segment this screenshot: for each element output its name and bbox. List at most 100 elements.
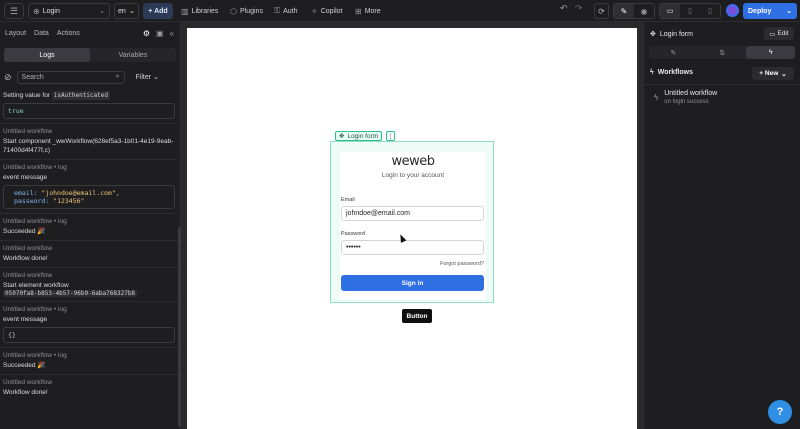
tab-layout[interactable]: Layout [5, 30, 26, 37]
panel-icon[interactable]: ▣ [156, 29, 164, 38]
log-chip: 05970fa8-b853-4b57-96b9-6aba768327b8 [3, 290, 138, 297]
chevron-down-icon: ⌄ [781, 70, 787, 78]
add-button[interactable]: + Add [143, 3, 173, 19]
left-panel-icons: ⚙ ▣ « [143, 29, 174, 38]
move-icon: ✥ [650, 31, 656, 38]
nav-plugins-label: Plugins [239, 7, 263, 15]
tab-actions[interactable]: Actions [57, 30, 80, 37]
chevron-down-icon: ⌄ [786, 8, 792, 15]
filter-button[interactable]: Filter ⌄ [136, 73, 159, 81]
selected-element-name: Login form [347, 132, 379, 140]
tab-variables[interactable]: Variables [90, 48, 176, 62]
help-chat-icon[interactable]: ? [768, 400, 792, 424]
page-icon: ⊕ [33, 6, 40, 16]
login-form[interactable]: weweb Login to your account Email johndo… [330, 141, 494, 303]
left-panel-tabs: Layout Data Actions [5, 30, 80, 37]
page-name: Login [42, 7, 60, 15]
list-item: Untitled workflow • log event message {} [0, 301, 178, 347]
puzzle-icon: ⬡ [230, 6, 237, 16]
mobile-icon[interactable]: ▯ [700, 4, 720, 18]
log-body: Setting value for isAuthenticated [3, 91, 110, 100]
log-list: Setting value for isAuthenticated true U… [0, 88, 178, 429]
right-panel: ✥ Login form ▭ Edit ✎ ⇅ ϟ ϟ Workflows + … [643, 22, 800, 429]
edit-button[interactable]: ▭ Edit [764, 27, 794, 40]
nav-more[interactable]: ⊞ More [355, 3, 381, 19]
language-selector[interactable]: en ⌄ [114, 3, 139, 19]
zap-icon: ϟ [650, 69, 654, 76]
tab-workflows-icon[interactable]: ϟ [746, 46, 796, 59]
collapse-icon[interactable]: « [170, 29, 174, 38]
log-code: email: "johndoe@email.com", password: "1… [3, 185, 175, 209]
log-body: event message [3, 316, 48, 323]
search-icon: ⌕ [115, 73, 120, 80]
redo-icon[interactable]: ↷ [575, 3, 583, 14]
nav-more-label: More [364, 7, 381, 15]
menu-icon[interactable]: ☰ [4, 3, 24, 19]
clear-logs-icon[interactable]: ⊘ [4, 72, 12, 83]
form-subtitle: Login to your account [381, 172, 445, 179]
search-input[interactable]: Search ⌕ [16, 70, 125, 84]
search-placeholder: Search [21, 73, 44, 81]
filter-label: Filter [135, 74, 152, 81]
email-field[interactable]: johndoe@email.com [341, 206, 484, 221]
move-icon: ✥ [339, 133, 345, 140]
page-canvas[interactable]: ✥ Login form ⋮ weweb Login to your accou… [187, 28, 637, 429]
log-code: true [3, 103, 175, 119]
log-title: Untitled workflow • log [3, 218, 67, 225]
undo-icon[interactable]: ↶ [560, 3, 568, 14]
email-label: Email [341, 197, 355, 203]
more-icon[interactable]: ⋮ [386, 131, 395, 141]
log-body: Succeeded 🎉 [3, 228, 46, 235]
element-tooltip: Button [402, 309, 432, 323]
nav-libraries[interactable]: ▥ Libraries [181, 3, 218, 19]
tab-data[interactable]: Data [34, 30, 49, 37]
divider [644, 84, 800, 85]
workflow-name: Untitled workflow [664, 90, 718, 97]
eye-icon[interactable]: ◉ [634, 4, 654, 18]
nav-plugins[interactable]: ⬡ Plugins [230, 3, 263, 19]
log-body: event message [3, 174, 48, 181]
deploy-button[interactable]: Deploy ⌄ [743, 3, 797, 19]
log-chip: isAuthenticated [51, 91, 110, 100]
tab-logs[interactable]: Logs [4, 48, 90, 62]
logs-variables-switch: Logs Variables [4, 48, 176, 62]
list-item: Untitled workflow Workflow done! [0, 240, 178, 267]
deploy-label: Deploy [748, 7, 772, 15]
page-selector[interactable]: ⊕ Login ⌄ [28, 3, 110, 19]
workflow-item[interactable]: ϟ Untitled workflow on login success [654, 90, 717, 105]
log-title: Untitled workflow [3, 379, 53, 386]
panel-title: ✥ Login form [650, 30, 693, 39]
sign-in-button[interactable]: Sign in [341, 275, 484, 291]
logo: weweb [391, 154, 435, 169]
nav-auth[interactable]: ⚿ Auth [274, 3, 298, 19]
nav-copilot[interactable]: ✧ Copilot [311, 3, 343, 19]
log-body: Start element workflow [3, 282, 69, 289]
zap-icon: ϟ [654, 93, 659, 102]
edit-icon: ▭ [769, 30, 776, 38]
top-toolbar: ☰ ⊕ Login ⌄ en ⌄ + Add ▥ Libraries ⬡ Plu… [0, 0, 800, 22]
tablet-icon[interactable]: ▯ [680, 4, 700, 18]
password-field[interactable]: •••••• [341, 240, 484, 255]
avatar[interactable] [726, 4, 739, 17]
new-workflow-button[interactable]: + New ⌄ [752, 67, 794, 80]
desktop-icon[interactable]: ▭ [660, 4, 680, 18]
list-item: Untitled workflow Workflow done! [0, 374, 178, 401]
log-body: Start component _wwWorkflow(628ef5a3-1b0… [3, 138, 174, 154]
tab-style-icon[interactable]: ✎ [649, 46, 698, 59]
pencil-icon[interactable]: ✎ [614, 4, 634, 18]
bug-icon[interactable]: ⚙ [143, 29, 150, 38]
selected-element-label[interactable]: ✥ Login form [335, 131, 383, 141]
forgot-password-link[interactable]: Forgot password? [440, 261, 484, 267]
refresh-icon[interactable]: ⟳ [594, 3, 609, 19]
tab-settings-icon[interactable]: ⇅ [698, 46, 747, 59]
list-item: Untitled workflow • log event message em… [0, 159, 178, 213]
edit-label: Edit [777, 30, 789, 37]
log-title: Untitled workflow [3, 128, 53, 135]
workflows-title: Workflows [657, 69, 693, 76]
log-body: Workflow done! [3, 389, 48, 396]
nav-auth-label: Auth [283, 7, 298, 15]
log-title: Untitled workflow • log [3, 164, 67, 171]
list-item: Untitled workflow • log Succeeded 🎉 [0, 213, 178, 240]
language-value: en [118, 7, 126, 15]
log-title: Untitled workflow • log [3, 352, 67, 359]
